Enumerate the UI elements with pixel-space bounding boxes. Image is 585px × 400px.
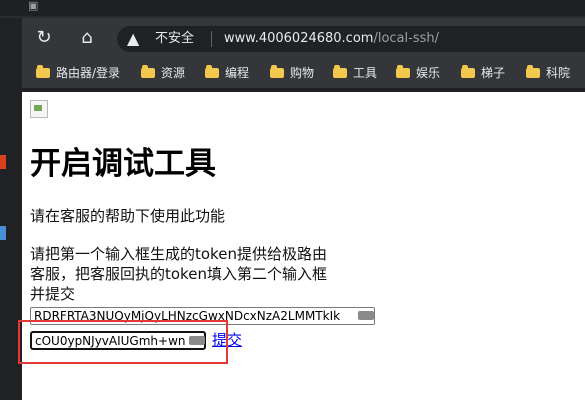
tab-favicon-icon[interactable]: ▣ — [28, 0, 42, 12]
folder-icon — [461, 64, 475, 78]
instruction-text: 请把第一个输入框生成的token提供给极路由客服，把客服回执的token填入第二… — [30, 245, 327, 303]
url-text[interactable]: www.4006024680.com/local-ssh/ — [224, 30, 439, 48]
folder-icon — [270, 64, 284, 78]
bookmark-tools[interactable]: 工具 — [333, 64, 378, 81]
bookmark-label: 科院 — [546, 66, 571, 80]
bookmark-label: 梯子 — [481, 66, 506, 80]
broken-image-icon — [30, 100, 48, 118]
folder-icon — [333, 64, 347, 78]
warning-icon[interactable]: ▲ — [127, 30, 145, 48]
bookmark-entertainment[interactable]: 娱乐 — [396, 64, 441, 81]
bookmark-label: 娱乐 — [416, 66, 441, 80]
bookmark-label: 工具 — [353, 66, 378, 80]
bookmark-ladder[interactable]: 梯子 — [461, 64, 506, 81]
bookmark-label: 路由器/登录 — [56, 66, 121, 80]
address-bar[interactable]: ▲ 不安全 www.4006024680.com/local-ssh/ — [117, 26, 585, 52]
key-icon[interactable] — [358, 311, 374, 320]
address-divider — [211, 31, 212, 47]
url-path: /local-ssh/ — [373, 31, 439, 46]
bookmark-programming[interactable]: 编程 — [205, 64, 250, 81]
intro-text: 请在客服的帮助下使用此功能 — [30, 207, 226, 225]
bookmark-shopping[interactable]: 购物 — [270, 64, 315, 81]
folder-icon — [205, 64, 219, 78]
home-icon[interactable]: ⌂ — [75, 26, 99, 50]
security-label[interactable]: 不安全 — [155, 30, 194, 48]
folder-icon — [396, 64, 410, 78]
page-title: 开启调试工具 — [30, 146, 216, 182]
tab-strip: ▣ — [0, 0, 585, 18]
highlight-box — [18, 320, 228, 364]
bookmark-label: 编程 — [225, 66, 250, 80]
bookmark-label: 购物 — [290, 66, 315, 80]
bookmark-academy[interactable]: 科院 — [526, 64, 571, 81]
browser-toolbar: ↻ ⌂ ▲ 不安全 www.4006024680.com/local-ssh/ — [22, 18, 585, 58]
bookmark-resources[interactable]: 资源 — [141, 64, 186, 81]
bookmark-router-login[interactable]: 路由器/登录 — [36, 64, 121, 81]
sidebar-marker-icon — [0, 155, 6, 169]
bookmark-label: 资源 — [161, 66, 186, 80]
url-host: www.4006024680.com — [224, 31, 374, 46]
reload-icon[interactable]: ↻ — [32, 26, 56, 50]
folder-icon — [141, 64, 155, 78]
bookmarks-bar: 路由器/登录 资源 编程 购物 工具 娱乐 梯子 科院 — [22, 58, 585, 88]
folder-icon — [36, 64, 50, 78]
sidebar-marker-icon — [0, 226, 6, 240]
folder-icon — [526, 64, 540, 78]
